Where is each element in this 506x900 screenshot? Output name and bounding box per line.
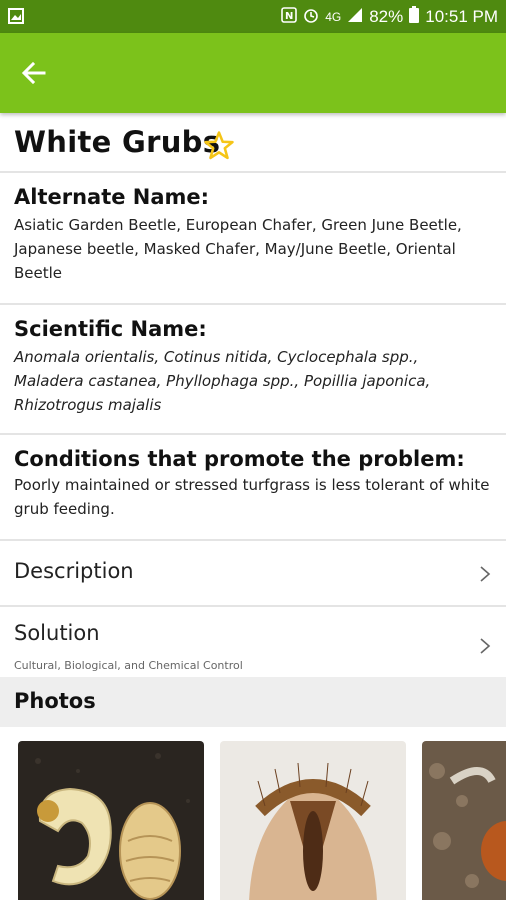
favorite-star-icon[interactable] <box>202 129 236 163</box>
photo-thumbnail-grub-pupa[interactable] <box>18 741 204 900</box>
scientific-name-section: Scientific Name: Anomala orientalis, Cot… <box>0 305 506 435</box>
solution-row[interactable]: Solution Cultural, Biological, and Chemi… <box>0 607 506 677</box>
back-button[interactable] <box>18 57 50 89</box>
status-time: 10:51 PM <box>425 7 498 26</box>
scientific-name-label: Scientific Name: <box>14 317 207 341</box>
title-row: White Grubs <box>0 113 506 173</box>
alternate-name-section: Alternate Name: Asiatic Garden Beetle, E… <box>0 173 506 305</box>
status-bar: N 4G 82% 10:51 PM <box>0 0 506 33</box>
conditions-label: Conditions that promote the problem: <box>14 447 465 471</box>
alternate-name-label: Alternate Name: <box>14 185 210 209</box>
image-icon <box>8 8 24 29</box>
network-type: 4G <box>325 10 342 24</box>
photo-thumbnail-raster[interactable] <box>220 741 406 900</box>
signal-icon <box>347 7 363 28</box>
app-bar <box>0 33 506 113</box>
photo-strip[interactable] <box>0 727 506 900</box>
solution-subtitle: Cultural, Biological, and Chemical Contr… <box>14 659 243 672</box>
page-title: White Grubs <box>14 125 221 159</box>
svg-text:N: N <box>285 11 293 22</box>
scientific-name-value: Anomala orientalis, Cotinus nitida, Cycl… <box>14 348 431 414</box>
conditions-block: Conditions that promote the problem: Poo… <box>14 447 492 521</box>
battery-icon <box>409 6 420 28</box>
detail-content[interactable]: White Grubs Alternate Name: Asiatic Gard… <box>0 113 506 900</box>
alarm-icon <box>303 7 319 28</box>
solution-label: Solution <box>14 621 100 645</box>
chevron-right-icon <box>480 566 491 582</box>
photos-header: Photos <box>0 677 506 727</box>
photo-thumbnail-soil[interactable] <box>422 741 506 900</box>
description-row[interactable]: Description <box>0 541 506 607</box>
back-arrow-icon <box>21 61 46 85</box>
alternate-name-value: Asiatic Garden Beetle, European Chafer, … <box>14 216 462 282</box>
conditions-section: Conditions that promote the problem: Poo… <box>0 435 506 541</box>
battery-percent: 82% <box>369 7 404 26</box>
description-label: Description <box>14 559 134 583</box>
conditions-value: Poorly maintained or stressed turfgrass … <box>14 476 490 518</box>
nfc-icon: N <box>281 6 297 28</box>
photos-label: Photos <box>14 689 96 713</box>
chevron-right-icon <box>480 638 491 654</box>
